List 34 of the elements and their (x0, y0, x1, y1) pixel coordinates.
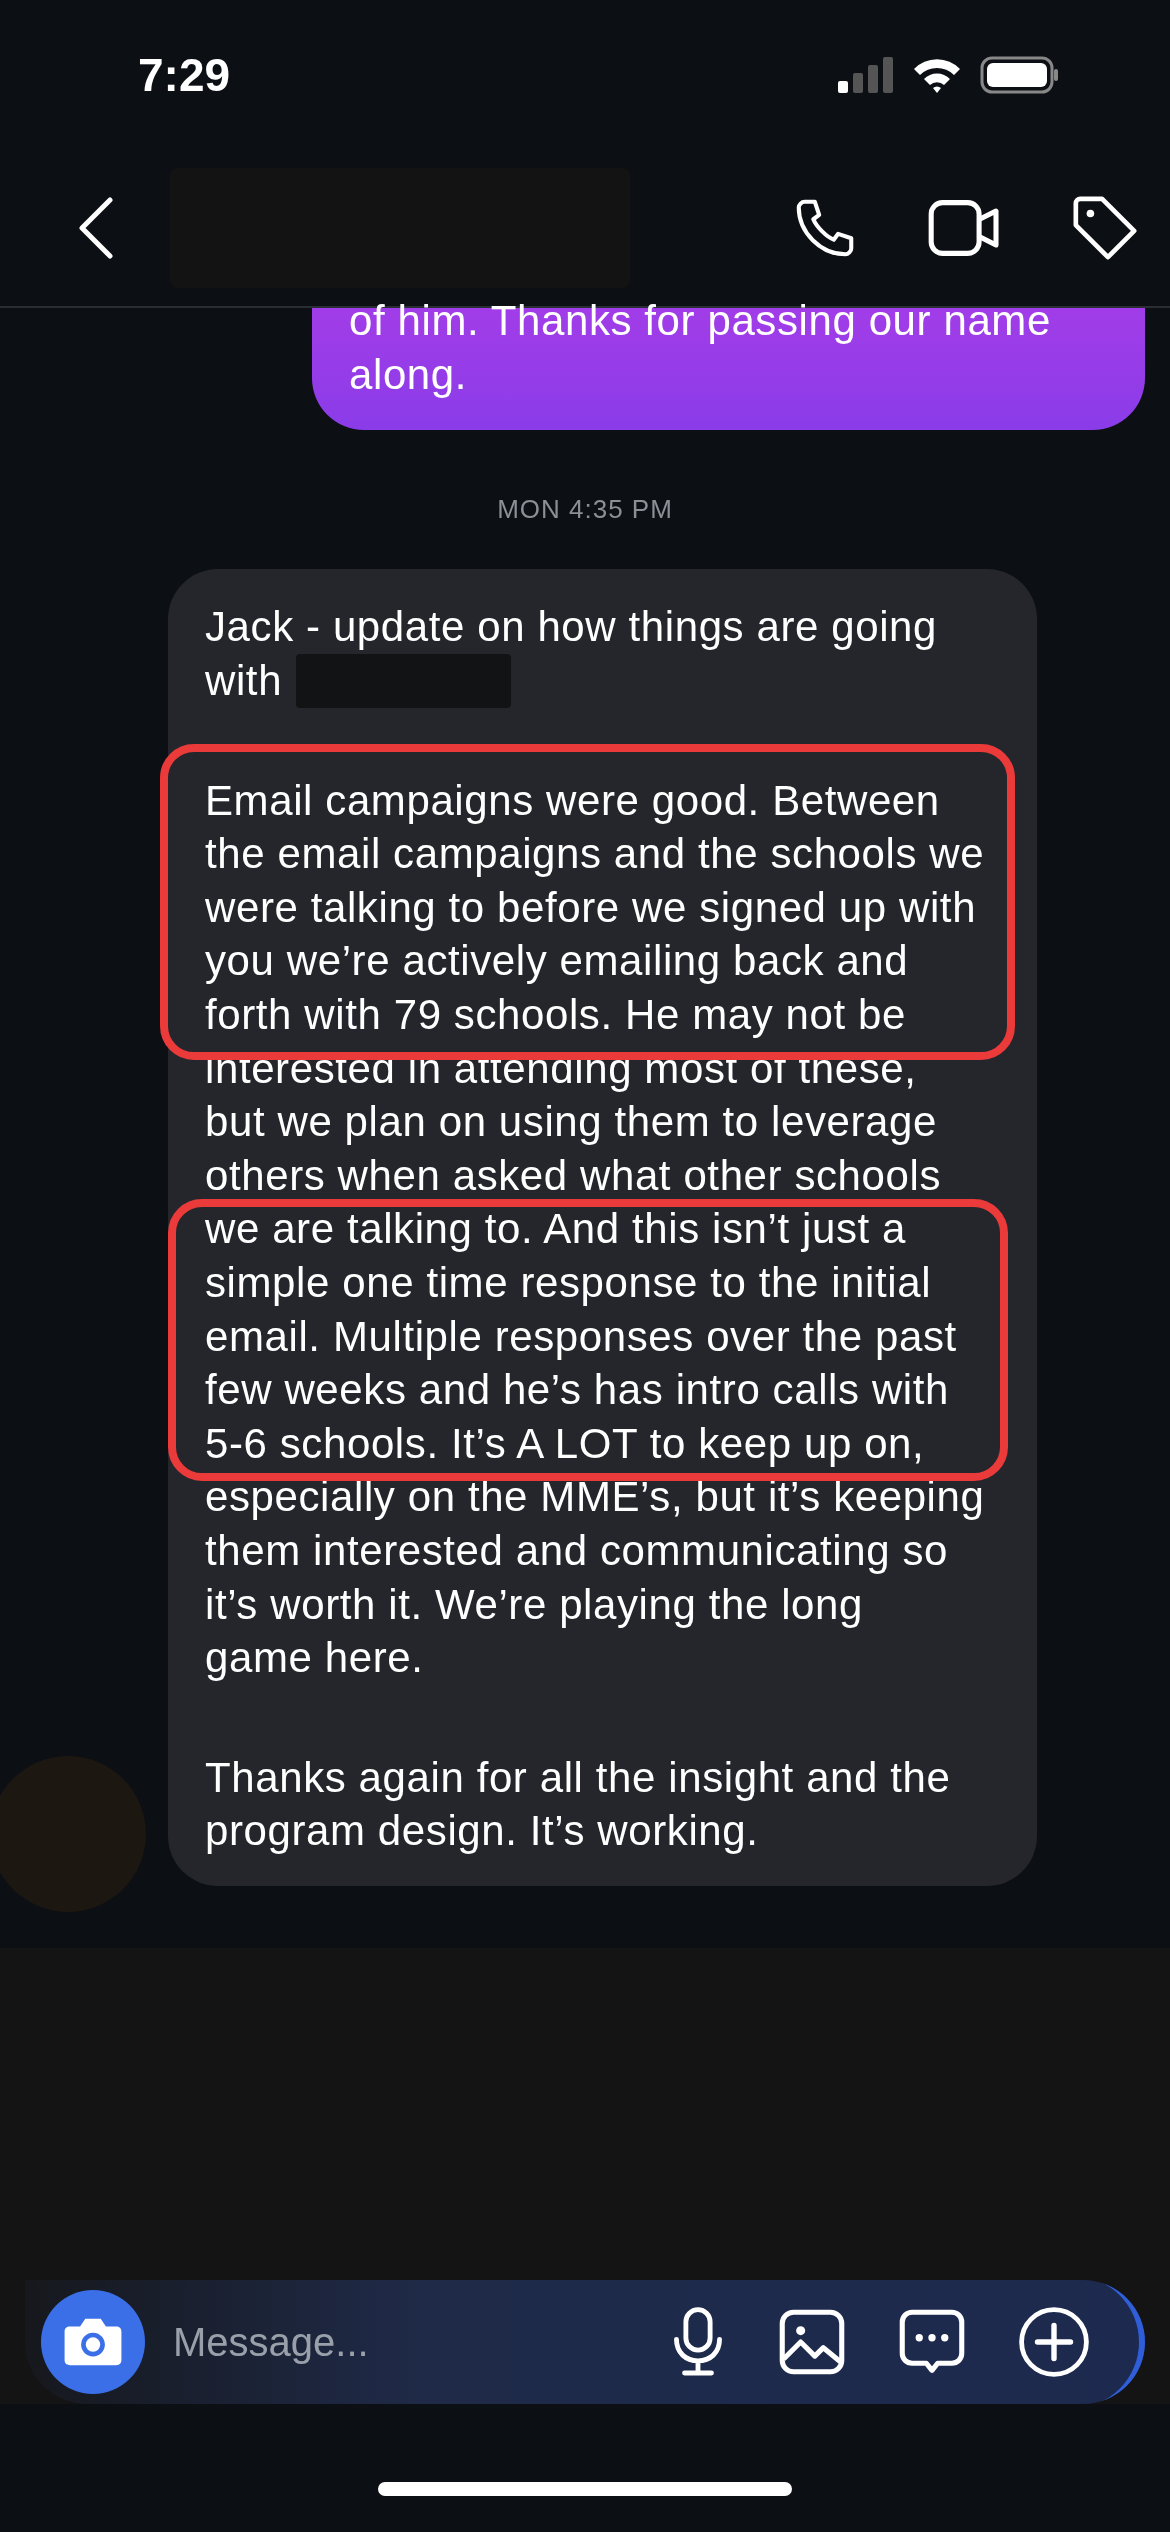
message-text: we are talking to. And this isn’t just a (205, 1204, 907, 1255)
image-icon[interactable] (778, 2308, 846, 2376)
message-text: of him. Thanks for passing our name (349, 296, 1052, 346)
signal-icon (838, 57, 894, 93)
battery-icon (980, 56, 1060, 94)
back-icon[interactable] (76, 196, 116, 260)
message-text: 5-6 schools. It’s A LOT to keep up on, (205, 1418, 925, 1469)
message-text: Thanks again for all the insight and the (205, 1752, 951, 1803)
timestamp: MON 4:35 PM (497, 494, 673, 525)
message-text: were talking to before we signed up with (205, 882, 977, 933)
message-text: simple one time response to the initial (205, 1257, 932, 1308)
message-input[interactable]: Message... (171, 2318, 618, 2366)
camera-icon (62, 2316, 124, 2368)
message-text: email. Multiple responses over the past (205, 1311, 957, 1362)
message-text: along. (349, 350, 469, 400)
wifi-icon (912, 57, 962, 93)
message-text: the email campaigns and the schools we (205, 829, 985, 880)
message-text: with (205, 655, 283, 706)
message-text: game here. (205, 1633, 424, 1684)
message-text: forth with 79 schools. He may not be (205, 989, 906, 1040)
message-text: Email campaigns were good. Between (205, 775, 940, 826)
message-text: them interested and communicating so (205, 1525, 948, 1576)
message-text: others when asked what other schools (205, 1150, 941, 1201)
message-text: especially on the MME’s, but it’s keeping (205, 1472, 985, 1523)
add-icon[interactable] (1018, 2306, 1090, 2378)
message-text: you we’re actively emailing back and (205, 936, 909, 987)
message-text: program design. It’s working. (205, 1806, 759, 1857)
message-text: but we plan on using them to leverage (205, 1097, 937, 1148)
message-text: few weeks and he’s has intro calls with (205, 1365, 949, 1416)
status-time: 7:29 (138, 48, 231, 102)
video-icon[interactable] (928, 197, 1002, 259)
message-text: it’s worth it. We’re playing the long (205, 1579, 863, 1630)
message-text: Jack - update on how things are going (205, 602, 937, 652)
chat-bubble-icon[interactable] (898, 2308, 966, 2376)
